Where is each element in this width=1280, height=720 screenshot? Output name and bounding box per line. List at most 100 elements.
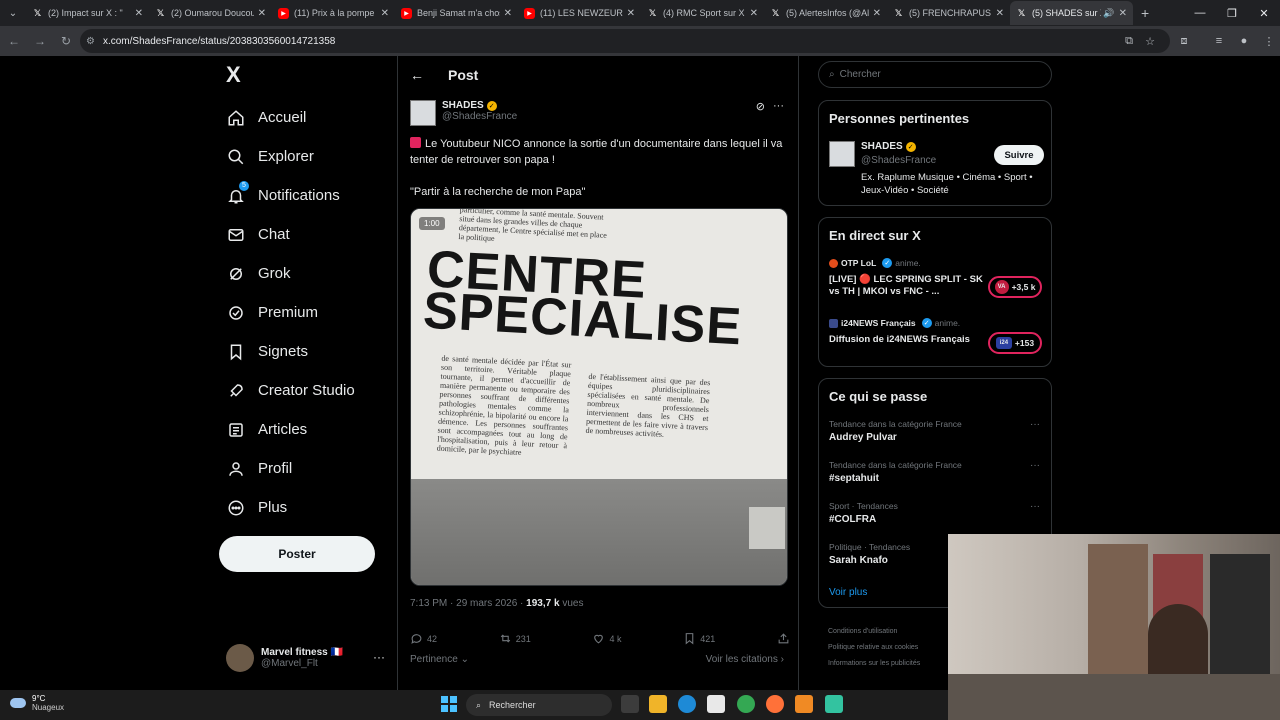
maximize-icon[interactable]: ❐ xyxy=(1216,0,1248,26)
post-button[interactable]: Poster xyxy=(219,536,375,572)
minimize-icon[interactable]: — xyxy=(1184,0,1216,26)
live-item[interactable]: OTP LoL ✓ anime. [LIVE] 🔴 LEC SPRING SPLIT… xyxy=(829,258,1044,298)
close-tab-icon[interactable]: ✕ xyxy=(750,8,758,19)
nav-item-articles[interactable]: Articles xyxy=(226,410,396,449)
weather-condition: Nuageux xyxy=(32,703,65,712)
weather-widget[interactable]: 9°C Nuageux xyxy=(10,694,64,712)
live-item[interactable]: i24NEWS Français ✓ anime. Diffusion de i24… xyxy=(829,318,1044,354)
more-icon[interactable]: ··· xyxy=(773,100,784,113)
nav-item-signets[interactable]: Signets xyxy=(226,332,396,371)
trend-item[interactable]: Sport · Tendances #COLFRA ··· xyxy=(829,501,1044,525)
footer-link[interactable]: Informations sur les publicités xyxy=(828,656,948,672)
chrome-menu-icon[interactable]: ⋮ xyxy=(1260,32,1278,50)
x-logo[interactable]: X xyxy=(226,64,248,86)
sort-dropdown[interactable]: Pertinence ⌄ xyxy=(410,654,469,665)
see-more-link[interactable]: Voir plus xyxy=(829,587,867,598)
search-input[interactable]: ⌕ Chercher xyxy=(818,61,1052,88)
author-name-row[interactable]: SHADES ✓ xyxy=(442,100,517,111)
back-arrow-icon[interactable]: ← xyxy=(410,67,424,83)
site-info-icon[interactable]: ⚙ xyxy=(86,36,95,47)
grok-icon[interactable]: ⊘ xyxy=(756,100,765,113)
post-video[interactable]: particulier, comme la santé mentale. Sou… xyxy=(410,208,788,586)
browser-tab[interactable]: 𝕏 (5) AlertesInfos (@Al ✕ xyxy=(764,1,887,25)
windows-start-icon[interactable] xyxy=(441,696,457,712)
repost-button[interactable]: 231 xyxy=(499,632,531,645)
browser-tab[interactable]: 𝕏 (5) FRENCHRAPUS u ✕ xyxy=(887,1,1010,25)
x-icon: 𝕏 xyxy=(156,7,165,18)
follow-button[interactable]: Suivre xyxy=(994,145,1044,165)
close-tab-icon[interactable]: ✕ xyxy=(996,8,1004,19)
browser-tab[interactable]: ▶ (11) Prix à la pompe ✕ xyxy=(272,1,395,25)
nav-label: Grok xyxy=(258,265,291,282)
close-tab-icon[interactable]: ✕ xyxy=(381,8,389,19)
close-tab-icon[interactable]: ✕ xyxy=(504,8,512,19)
browser-tab[interactable]: 𝕏 (5) SHADES sur X 🔊 ✕ xyxy=(1010,1,1133,25)
url-field[interactable]: ⚙ x.com/ShadesFrance/status/203830356001… xyxy=(80,29,1170,53)
nav-item-creator-studio[interactable]: Creator Studio xyxy=(226,371,396,410)
bookmark-star-icon[interactable]: ☆ xyxy=(1141,32,1159,50)
bookmark-icon xyxy=(685,633,694,645)
extensions-icon[interactable]: ⧈ xyxy=(1175,32,1193,50)
close-tab-icon[interactable]: ✕ xyxy=(627,8,635,19)
post-text: Le Youtubeur NICO annonce la sortie d'un… xyxy=(410,136,790,216)
footer-link[interactable]: Politique relative aux cookies xyxy=(828,640,948,656)
nav-item-plus[interactable]: Plus xyxy=(226,488,396,527)
store-icon[interactable] xyxy=(707,695,725,713)
media-control-icon[interactable]: ≡ xyxy=(1210,32,1228,50)
close-tab-icon[interactable]: ✕ xyxy=(1119,8,1127,19)
author-handle[interactable]: @ShadesFrance xyxy=(442,111,517,122)
nav-item-accueil[interactable]: Accueil xyxy=(226,98,396,137)
person-name-row: SHADES ✓ xyxy=(861,141,916,152)
firefox-icon[interactable] xyxy=(766,695,784,713)
profile-icon[interactable]: ● xyxy=(1235,32,1253,50)
taskbar-search[interactable]: ⌕ Rechercher xyxy=(466,694,612,716)
tab-search-icon[interactable]: ⌄ xyxy=(0,0,26,26)
trend-item[interactable]: Tendance dans la catégorie France #septa… xyxy=(829,460,1044,484)
edge-icon[interactable] xyxy=(678,695,696,713)
nav-item-grok[interactable]: Grok xyxy=(226,254,396,293)
reload-icon[interactable]: ↻ xyxy=(54,29,78,53)
more-icon[interactable]: ··· xyxy=(1030,419,1040,430)
task-view-icon[interactable] xyxy=(621,695,639,713)
account-switcher[interactable]: Marvel fitness 🇫🇷 @Marvel_Flt ··· xyxy=(226,642,391,674)
browser-tab[interactable]: 𝕏 (2) Oumarou Doucou ✕ xyxy=(149,1,272,25)
nav-item-profil[interactable]: Profil xyxy=(226,449,396,488)
browser-tab[interactable]: 𝕏 (2) Impact sur X : " ✕ xyxy=(26,1,149,25)
browser-tab[interactable]: ▶ (11) LES NEWZEURS ✕ xyxy=(518,1,641,25)
close-window-icon[interactable]: ✕ xyxy=(1248,0,1280,26)
author-avatar[interactable] xyxy=(410,100,436,126)
app-icon[interactable] xyxy=(825,695,843,713)
view-quotes-link[interactable]: Voir les citations › xyxy=(706,654,784,665)
more-icon[interactable]: ··· xyxy=(1030,501,1040,512)
close-tab-icon[interactable]: ✕ xyxy=(258,8,266,19)
bookmark-button[interactable]: 421 xyxy=(683,632,715,645)
forward-icon[interactable]: → xyxy=(28,29,52,53)
close-tab-icon[interactable]: ✕ xyxy=(135,8,143,19)
close-tab-icon[interactable]: ✕ xyxy=(873,8,881,19)
nav-item-explorer[interactable]: Explorer xyxy=(226,137,396,176)
channel-name: OTP LoL xyxy=(841,258,877,268)
footer-link[interactable]: Conditions d'utilisation xyxy=(828,624,948,640)
nav-item-premium[interactable]: Premium xyxy=(226,293,396,332)
file-explorer-icon[interactable] xyxy=(649,695,667,713)
like-button[interactable]: 4 k xyxy=(592,632,622,645)
x-icon: 𝕏 xyxy=(1017,7,1026,18)
nav-item-chat[interactable]: Chat xyxy=(226,215,396,254)
chrome-icon[interactable] xyxy=(737,695,755,713)
new-tab-button[interactable]: + xyxy=(1141,5,1149,21)
back-icon[interactable]: ← xyxy=(2,29,26,53)
post-timestamp[interactable]: 7:13 PM · 29 mars 2026 · xyxy=(410,598,526,609)
more-icon[interactable]: ··· xyxy=(373,650,385,664)
reply-button[interactable]: 42 xyxy=(410,632,437,645)
browser-tab[interactable]: ▶ Benji Samat m'a chos ✕ xyxy=(395,1,518,25)
trend-item[interactable]: Tendance dans la catégorie France Audrey… xyxy=(829,419,1044,443)
more-icon[interactable]: ··· xyxy=(1030,460,1040,471)
vlc-icon[interactable] xyxy=(795,695,813,713)
card-title: Ce qui se passe xyxy=(829,389,928,404)
speaker-icon[interactable]: 🔊 xyxy=(1103,8,1114,19)
person-bio: Ex. Raplume Musique • Cinéma • Sport • J… xyxy=(861,172,1033,196)
share-button[interactable] xyxy=(777,632,790,645)
browser-tab[interactable]: 𝕏 (4) RMC Sport sur X ✕ xyxy=(641,1,764,25)
install-app-icon[interactable]: ⧉ xyxy=(1120,32,1138,50)
nav-item-notifications[interactable]: 5 Notifications xyxy=(226,176,396,215)
